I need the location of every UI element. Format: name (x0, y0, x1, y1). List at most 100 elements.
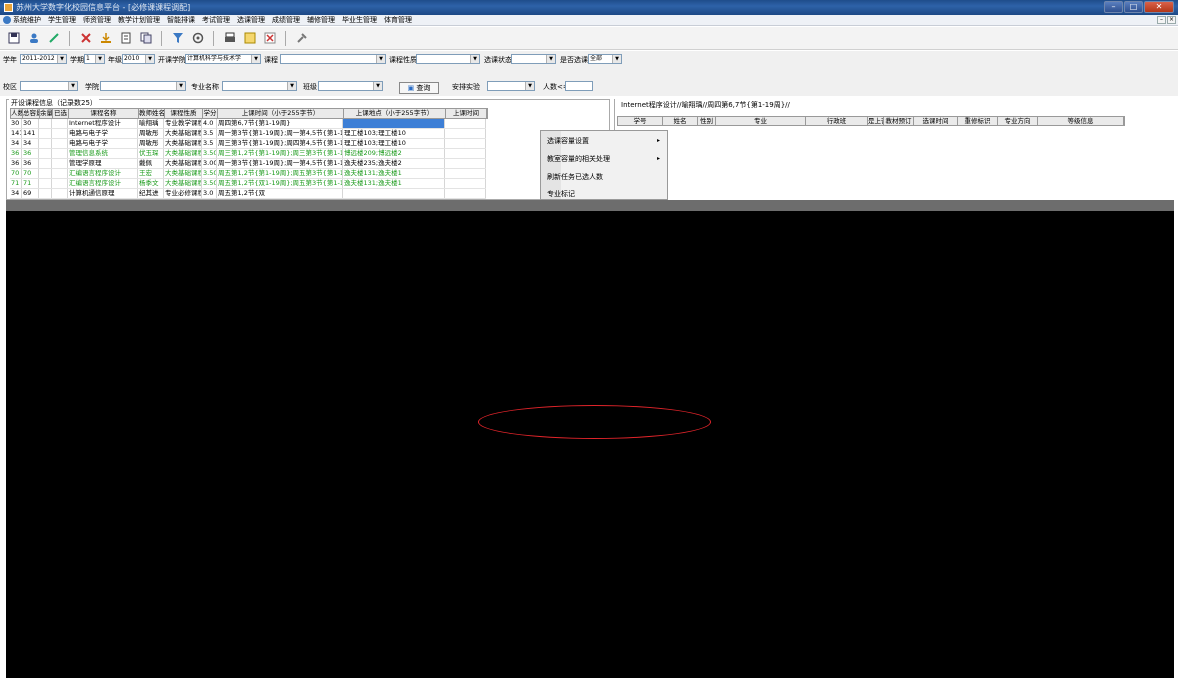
column-header[interactable]: 总容量 (23, 109, 40, 118)
users-icon[interactable] (26, 31, 41, 46)
filter-icon[interactable] (170, 31, 185, 46)
column-header[interactable]: 是上否 (868, 117, 884, 125)
term-select[interactable]: 1 ▼ (84, 54, 105, 64)
preview-icon[interactable] (242, 31, 257, 46)
column-header[interactable]: 教师姓名 (139, 109, 165, 118)
menu-item-refresh-count[interactable]: 刷新任务已选人数 (547, 171, 665, 183)
column-header[interactable]: 学号 (618, 117, 663, 125)
column-header[interactable]: 专业 (716, 117, 806, 125)
menu-item-room-capacity[interactable]: 教室容量的相关处理 ▸ (547, 153, 665, 165)
menu-sports[interactable]: 体育管理 (384, 15, 412, 25)
column-header[interactable]: 上课时间 (446, 109, 487, 118)
is-selected-select[interactable]: 全部 ▼ (588, 54, 622, 64)
offering-college-select[interactable]: 计算机科学与技术学 ▼ (185, 54, 261, 64)
table-cell: 大类基础课程 (165, 169, 202, 178)
table-cell: 理工楼103;理工楼10 (343, 129, 445, 138)
chevron-down-icon: ▼ (612, 55, 621, 63)
column-header[interactable]: 选课时间 (914, 117, 958, 125)
menu-students[interactable]: 学生管理 (48, 15, 76, 25)
table-row[interactable]: 34 34 电路与电子学 周敏彤 大类基础课程 3.5 周三第3节{第1-19周};周四第4… (10, 139, 486, 149)
course-select[interactable]: ▼ (280, 54, 386, 64)
table-cell: 34 (10, 189, 22, 198)
column-header[interactable]: 已选 (53, 109, 69, 118)
grade-select[interactable]: 2010 ▼ (122, 54, 155, 64)
table-row[interactable]: 36 36 管理学原理 戴佩 大类基础课程 3.00 周一第3节{第1-19周};周一第4,… (10, 159, 486, 169)
college-select[interactable]: ▼ (100, 81, 186, 91)
delete-icon[interactable] (78, 31, 93, 46)
table-row[interactable]: 36 36 管理信息系统 伏玉琛 大类基础课程 3.50 周三第1,2节{第1-19周};周… (10, 149, 486, 159)
column-header[interactable]: 重修标识 (958, 117, 998, 125)
column-header[interactable]: 上课时间（小于255字节） (218, 109, 344, 118)
campus-select[interactable]: ▼ (20, 81, 78, 91)
table-cell: 71 (10, 179, 22, 188)
course-type-select[interactable]: ▼ (416, 54, 480, 64)
year-select[interactable]: 2011-2012 ▼ (20, 54, 67, 64)
settings-icon[interactable] (190, 31, 205, 46)
menu-teaching-plan[interactable]: 教学计划管理 (118, 15, 160, 25)
table-row[interactable]: 30 30 Internet程序设计 喻翔瑀 专业教学课程 4.0 周四第6,7节{第1-1… (10, 119, 486, 129)
table-row[interactable]: 141141 电路与电子学周敏彤大类基础课程3.5周一第3节{第1-19周};周一… (10, 129, 486, 139)
maximize-button[interactable]: □ (1124, 1, 1143, 13)
table-cell: 杨季文 (138, 179, 164, 188)
tools-icon[interactable] (294, 31, 309, 46)
selection-status-select[interactable]: ▼ (511, 54, 556, 64)
window-controls: – □ ✕ (1104, 1, 1174, 13)
column-header[interactable]: 人数 (11, 109, 23, 118)
mdi-minimize-button[interactable]: – (1157, 16, 1166, 24)
blank-render-area (6, 211, 1174, 678)
print-icon[interactable] (222, 31, 237, 46)
edit-icon[interactable] (46, 31, 61, 46)
close-doc-icon[interactable] (262, 31, 277, 46)
menu-course-selection[interactable]: 选课管理 (237, 15, 265, 25)
column-header[interactable]: 教材预订 (884, 117, 914, 125)
table-cell: 大类基础课程 (165, 139, 202, 148)
query-button[interactable]: ▣ 查询 (399, 82, 439, 94)
column-header[interactable]: 性别 (698, 117, 716, 125)
table-cell (52, 189, 68, 198)
menu-item-capacity-settings[interactable]: 选课容量设置 ▸ (547, 135, 665, 147)
table-row[interactable]: 71 71 汇编语言程序设计 杨季文 大类基础课程 3.50 周五第1,2节{双1-19周}… (10, 179, 486, 189)
minimize-button[interactable]: – (1104, 1, 1123, 13)
menu-exams[interactable]: 考试管理 (202, 15, 230, 25)
menu-graduates[interactable]: 毕业生管理 (342, 15, 377, 25)
table-cell (445, 139, 486, 148)
column-header[interactable]: 行政班 (806, 117, 868, 125)
column-header[interactable]: 等级信息 (1038, 117, 1124, 125)
table-cell: 3.0 (202, 189, 217, 198)
course-type-label: 课程性质 (389, 56, 417, 64)
table-cell: 专业教学课程 (165, 119, 202, 128)
menu-system[interactable]: 系统维护 (13, 15, 41, 25)
column-header[interactable]: 余量 (40, 109, 53, 118)
menu-scheduling[interactable]: 智能排课 (167, 15, 195, 25)
column-header[interactable]: 姓名 (663, 117, 698, 125)
import-icon[interactable] (98, 31, 113, 46)
column-header[interactable]: 上课地点（小于255字节） (344, 109, 446, 118)
column-header[interactable]: 专业方向 (998, 117, 1038, 125)
lab-select[interactable]: ▼ (487, 81, 535, 91)
class-select[interactable]: ▼ (318, 81, 383, 91)
table-cell: 141 (10, 129, 22, 138)
menu-teachers[interactable]: 师资管理 (83, 15, 111, 25)
year-label: 学年 (3, 56, 17, 64)
toolbar-separator (161, 30, 162, 46)
save-icon[interactable] (6, 31, 21, 46)
table-row[interactable]: 34 69 计算机通信原理 纪其进 专业必修课程 3.0 周五第1,2节{双 (10, 189, 486, 199)
menu-grades[interactable]: 成绩管理 (272, 15, 300, 25)
menu-minor[interactable]: 辅修管理 (307, 15, 335, 25)
close-button[interactable]: ✕ (1144, 1, 1174, 13)
mdi-close-button[interactable]: × (1167, 16, 1176, 24)
copy-icon[interactable] (138, 31, 153, 46)
column-header[interactable]: 课程性质 (165, 109, 203, 118)
chevron-down-icon: ▼ (176, 82, 185, 90)
app-menu-icon[interactable] (3, 16, 11, 24)
menu-item-major-mark[interactable]: 专业标记 (547, 188, 665, 200)
export-icon[interactable] (118, 31, 133, 46)
chevron-down-icon: ▼ (68, 82, 77, 90)
chevron-down-icon: ▼ (525, 82, 534, 90)
major-select[interactable]: ▼ (222, 81, 297, 91)
column-header[interactable]: 课程名称 (69, 109, 139, 118)
table-cell (39, 159, 52, 168)
count-input[interactable] (565, 81, 593, 91)
column-header[interactable]: 学分 (203, 109, 218, 118)
table-row[interactable]: 70 70 汇编语言程序设计 王宏 大类基础课程 3.50 周五第1,2节{第1-19周};… (10, 169, 486, 179)
